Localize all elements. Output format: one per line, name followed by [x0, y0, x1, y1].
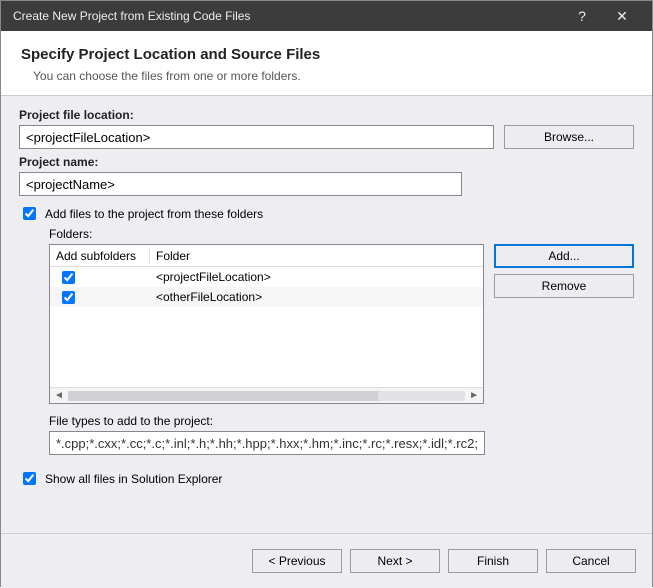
folders-table: Add subfolders Folder <projectFileLocati… [49, 244, 484, 404]
row-folder-cell: <projectFileLocation> [150, 270, 483, 284]
window-title: Create New Project from Existing Code Fi… [11, 9, 562, 23]
project-file-location-input[interactable] [19, 125, 494, 149]
previous-button[interactable]: < Previous [252, 549, 342, 573]
add-files-checkbox[interactable] [23, 207, 36, 220]
close-button[interactable]: ✕ [602, 8, 642, 25]
help-button[interactable]: ? [562, 8, 602, 24]
project-name-input[interactable] [19, 172, 462, 196]
table-row[interactable]: <otherFileLocation> [50, 287, 483, 307]
next-button[interactable]: Next > [350, 549, 440, 573]
wizard-footer: < Previous Next > Finish Cancel [1, 533, 652, 588]
add-folder-button[interactable]: Add... [494, 244, 634, 268]
folders-label: Folders: [49, 227, 634, 241]
wizard-content: Project file location: Browse... Project… [1, 96, 652, 533]
wizard-header: Specify Project Location and Source File… [1, 31, 652, 96]
row-subfolder-checkbox[interactable] [62, 291, 75, 304]
project-name-label: Project name: [19, 155, 634, 169]
show-all-files-label: Show all files in Solution Explorer [45, 472, 222, 486]
col-folder[interactable]: Folder [150, 249, 483, 263]
horizontal-scrollbar[interactable]: ◄ ► [50, 387, 483, 403]
scroll-left-icon[interactable]: ◄ [54, 390, 64, 401]
remove-folder-button[interactable]: Remove [494, 274, 634, 298]
folders-table-header: Add subfolders Folder [50, 245, 483, 267]
scrollbar-track[interactable] [68, 391, 465, 401]
row-folder-cell: <otherFileLocation> [150, 290, 483, 304]
page-title: Specify Project Location and Source File… [21, 46, 632, 63]
row-subfolder-checkbox[interactable] [62, 271, 75, 284]
table-row[interactable]: <projectFileLocation> [50, 267, 483, 287]
project-file-location-label: Project file location: [19, 108, 634, 122]
scroll-right-icon[interactable]: ► [469, 390, 479, 401]
add-files-checkbox-label: Add files to the project from these fold… [45, 207, 263, 221]
page-subtitle: You can choose the files from one or mor… [33, 69, 632, 83]
titlebar: Create New Project from Existing Code Fi… [1, 1, 652, 31]
file-types-label: File types to add to the project: [49, 414, 634, 428]
scrollbar-thumb[interactable] [68, 391, 378, 401]
col-add-subfolders[interactable]: Add subfolders [50, 249, 150, 263]
browse-button[interactable]: Browse... [504, 125, 634, 149]
finish-button[interactable]: Finish [448, 549, 538, 573]
file-types-input[interactable] [49, 431, 485, 455]
cancel-button[interactable]: Cancel [546, 549, 636, 573]
show-all-files-checkbox[interactable] [23, 472, 36, 485]
